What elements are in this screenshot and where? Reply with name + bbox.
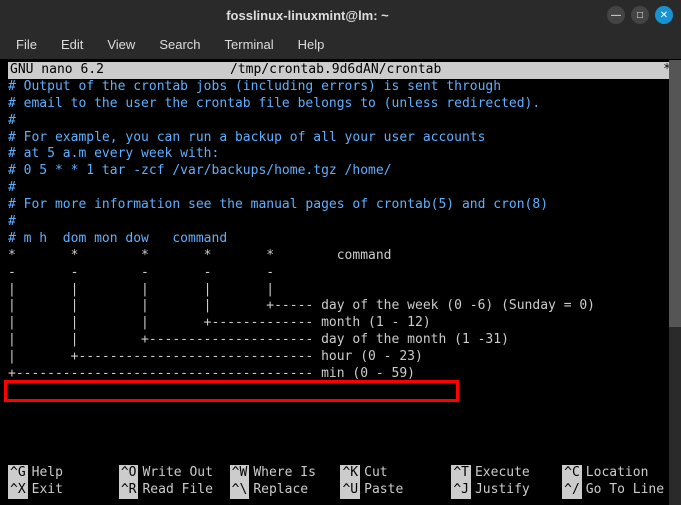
window-title: fosslinux-linuxmint@lm: ~	[8, 8, 607, 23]
editor-line: | | +--------------------- day of the mo…	[8, 332, 673, 349]
editor-line: +-------------------------------------- …	[8, 366, 673, 383]
shortcut-help: ^GHelp	[8, 465, 113, 482]
menu-terminal[interactable]: Terminal	[213, 33, 286, 56]
shortcut-execute: ^TExecute	[451, 465, 556, 482]
nano-header: GNU nano 6.2 /tmp/crontab.9d6dAN/crontab…	[8, 62, 673, 79]
scrollbar[interactable]	[669, 60, 681, 505]
menu-search[interactable]: Search	[147, 33, 212, 56]
shortcut-row: ^XExit ^RRead File ^\Replace ^UPaste ^JJ…	[8, 482, 673, 499]
shortcut-paste: ^UPaste	[340, 482, 445, 499]
annotation-highlight	[4, 380, 459, 402]
editor-line: # For more information see the manual pa…	[8, 197, 673, 214]
menu-edit[interactable]: Edit	[49, 33, 95, 56]
editor-line: - - - - -	[8, 265, 673, 282]
menu-help[interactable]: Help	[286, 33, 337, 56]
maximize-button[interactable]: □	[631, 6, 649, 24]
window-titlebar: fosslinux-linuxmint@lm: ~ — □ ✕	[0, 0, 681, 30]
scrollbar-thumb[interactable]	[669, 60, 681, 327]
minimize-button[interactable]: —	[607, 6, 625, 24]
editor-line: #	[8, 180, 673, 197]
editor-line: # m h dom mon dow command	[8, 231, 673, 248]
nano-filepath: /tmp/crontab.9d6dAN/crontab	[230, 62, 663, 79]
shortcut-exit: ^XExit	[8, 482, 113, 499]
shortcut-replace: ^\Replace	[230, 482, 335, 499]
editor-line: | | | | +----- day of the week (0 -6) (S…	[8, 298, 673, 315]
shortcut-cut: ^KCut	[340, 465, 445, 482]
editor-line: # at 5 a.m every week with:	[8, 146, 673, 163]
editor-line: * * * * * command	[8, 248, 673, 265]
editor-line: | | | | |	[8, 282, 673, 299]
shortcut-whereis: ^WWhere Is	[230, 465, 335, 482]
menu-view[interactable]: View	[95, 33, 147, 56]
shortcut-readfile: ^RRead File	[119, 482, 224, 499]
nano-app-name: GNU nano 6.2	[10, 62, 230, 79]
shortcut-location: ^CLocation	[562, 465, 667, 482]
menu-file[interactable]: File	[4, 33, 49, 56]
window-controls: — □ ✕	[607, 6, 673, 24]
nano-shortcuts: ^GHelp ^OWrite Out ^WWhere Is ^KCut ^TEx…	[8, 465, 673, 499]
close-button[interactable]: ✕	[655, 6, 673, 24]
terminal-area[interactable]: GNU nano 6.2 /tmp/crontab.9d6dAN/crontab…	[0, 60, 681, 505]
editor-line: #	[8, 113, 673, 130]
editor-line: | | | +------------- month (1 - 12)	[8, 315, 673, 332]
editor-line: # Output of the crontab jobs (including …	[8, 79, 673, 96]
editor-line: # email to the user the crontab file bel…	[8, 96, 673, 113]
shortcut-gotoline: ^/Go To Line	[562, 482, 667, 499]
editor-line: # For example, you can run a backup of a…	[8, 130, 673, 147]
shortcut-writeout: ^OWrite Out	[119, 465, 224, 482]
menubar: File Edit View Search Terminal Help	[0, 30, 681, 60]
editor-line: #	[8, 214, 673, 231]
shortcut-row: ^GHelp ^OWrite Out ^WWhere Is ^KCut ^TEx…	[8, 465, 673, 482]
editor-line: # 0 5 * * 1 tar -zcf /var/backups/home.t…	[8, 163, 673, 180]
editor-line: | +------------------------------ hour (…	[8, 349, 673, 366]
shortcut-justify: ^JJustify	[451, 482, 556, 499]
